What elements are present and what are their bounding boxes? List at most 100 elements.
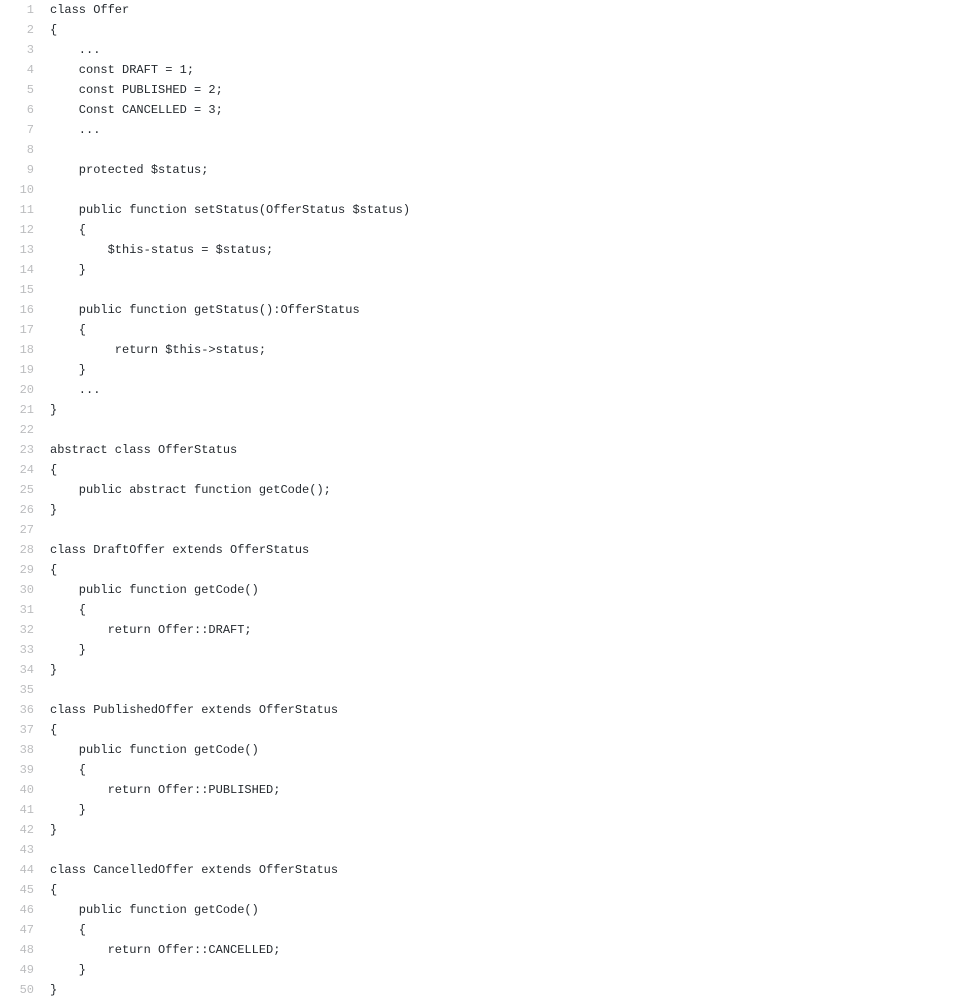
code-line: 26} — [0, 500, 977, 520]
code-line: 16 public function getStatus():OfferStat… — [0, 300, 977, 320]
line-content — [50, 420, 977, 440]
line-number: 17 — [0, 320, 50, 340]
code-line: 27 — [0, 520, 977, 540]
line-number: 37 — [0, 720, 50, 740]
line-content: protected $status; — [50, 160, 977, 180]
line-content: public function getCode() — [50, 900, 977, 920]
line-content: Const CANCELLED = 3; — [50, 100, 977, 120]
line-number: 10 — [0, 180, 50, 200]
code-line: 20 ... — [0, 380, 977, 400]
line-number: 20 — [0, 380, 50, 400]
line-content — [50, 680, 977, 700]
line-content: $this-status = $status; — [50, 240, 977, 260]
line-number: 44 — [0, 860, 50, 880]
line-content: ... — [50, 380, 977, 400]
line-number: 11 — [0, 200, 50, 220]
line-number: 22 — [0, 420, 50, 440]
line-content — [50, 520, 977, 540]
line-number: 25 — [0, 480, 50, 500]
line-content: class DraftOffer extends OfferStatus — [50, 540, 977, 560]
code-line: 42} — [0, 820, 977, 840]
line-number: 43 — [0, 840, 50, 860]
line-content: { — [50, 880, 977, 900]
line-content — [50, 140, 977, 160]
line-content: { — [50, 760, 977, 780]
line-content: { — [50, 720, 977, 740]
line-content — [50, 280, 977, 300]
code-line: 48 return Offer::CANCELLED; — [0, 940, 977, 960]
line-content: } — [50, 500, 977, 520]
line-content: class Offer — [50, 0, 977, 20]
line-number: 50 — [0, 980, 50, 1000]
code-line: 30 public function getCode() — [0, 580, 977, 600]
line-number: 12 — [0, 220, 50, 240]
code-line: 11 public function setStatus(OfferStatus… — [0, 200, 977, 220]
code-line: 28class DraftOffer extends OfferStatus — [0, 540, 977, 560]
code-line: 17 { — [0, 320, 977, 340]
code-line: 46 public function getCode() — [0, 900, 977, 920]
code-line: 12 { — [0, 220, 977, 240]
code-line: 13 $this-status = $status; — [0, 240, 977, 260]
line-number: 27 — [0, 520, 50, 540]
line-content: ... — [50, 120, 977, 140]
line-number: 16 — [0, 300, 50, 320]
code-line: 8 — [0, 140, 977, 160]
code-line: 5 const PUBLISHED = 2; — [0, 80, 977, 100]
code-line: 41 } — [0, 800, 977, 820]
line-content: return Offer::PUBLISHED; — [50, 780, 977, 800]
code-block: 1class Offer2{3 ...4 const DRAFT = 1;5 c… — [0, 0, 977, 1000]
code-line: 33 } — [0, 640, 977, 660]
code-line: 18 return $this->status; — [0, 340, 977, 360]
line-number: 15 — [0, 280, 50, 300]
line-content: ... — [50, 40, 977, 60]
line-content: } — [50, 260, 977, 280]
code-line: 50} — [0, 980, 977, 1000]
code-line: 3 ... — [0, 40, 977, 60]
line-number: 26 — [0, 500, 50, 520]
code-line: 38 public function getCode() — [0, 740, 977, 760]
code-line: 34} — [0, 660, 977, 680]
line-number: 23 — [0, 440, 50, 460]
line-content: return Offer::CANCELLED; — [50, 940, 977, 960]
line-number: 47 — [0, 920, 50, 940]
code-line: 10 — [0, 180, 977, 200]
line-content — [50, 180, 977, 200]
line-number: 13 — [0, 240, 50, 260]
code-line: 1class Offer — [0, 0, 977, 20]
line-number: 3 — [0, 40, 50, 60]
line-content: } — [50, 980, 977, 1000]
code-line: 15 — [0, 280, 977, 300]
line-content: const PUBLISHED = 2; — [50, 80, 977, 100]
code-line: 14 } — [0, 260, 977, 280]
code-line: 19 } — [0, 360, 977, 380]
code-line: 9 protected $status; — [0, 160, 977, 180]
line-number: 8 — [0, 140, 50, 160]
line-number: 35 — [0, 680, 50, 700]
code-line: 39 { — [0, 760, 977, 780]
line-number: 32 — [0, 620, 50, 640]
line-content: class PublishedOffer extends OfferStatus — [50, 700, 977, 720]
line-content: public function getCode() — [50, 740, 977, 760]
line-content: public function getCode() — [50, 580, 977, 600]
code-line: 47 { — [0, 920, 977, 940]
code-line: 37{ — [0, 720, 977, 740]
line-number: 1 — [0, 0, 50, 20]
code-line: 21} — [0, 400, 977, 420]
line-content: const DRAFT = 1; — [50, 60, 977, 80]
line-content: abstract class OfferStatus — [50, 440, 977, 460]
line-content — [50, 840, 977, 860]
line-content: return $this->status; — [50, 340, 977, 360]
code-line: 22 — [0, 420, 977, 440]
line-number: 40 — [0, 780, 50, 800]
line-content: } — [50, 400, 977, 420]
line-number: 2 — [0, 20, 50, 40]
line-content: class CancelledOffer extends OfferStatus — [50, 860, 977, 880]
code-line: 4 const DRAFT = 1; — [0, 60, 977, 80]
line-content: return Offer::DRAFT; — [50, 620, 977, 640]
line-content: } — [50, 660, 977, 680]
line-number: 42 — [0, 820, 50, 840]
line-number: 28 — [0, 540, 50, 560]
line-number: 33 — [0, 640, 50, 660]
line-number: 49 — [0, 960, 50, 980]
line-content: { — [50, 320, 977, 340]
